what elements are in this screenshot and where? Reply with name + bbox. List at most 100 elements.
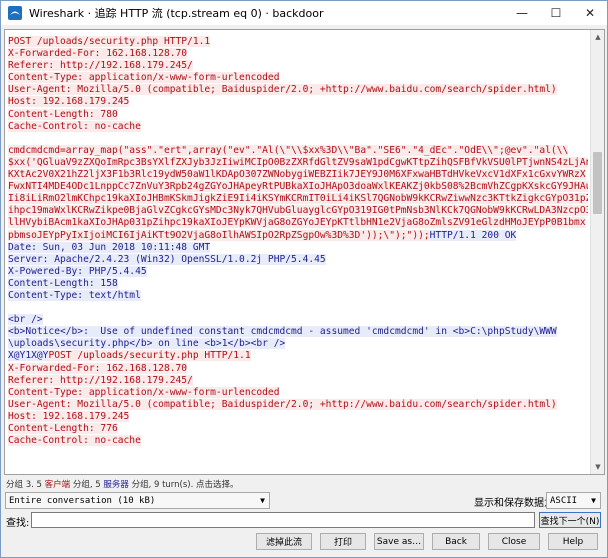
stats-prefix: 分组 3. 5 [6,480,45,490]
stats-suffix: 分组, 9 turn(s). 点击选择。 [128,480,239,490]
conversation-select[interactable]: Entire conversation (10 kB) ▼ [5,492,270,509]
client-text: Host: 192.168.179.245 [8,410,130,422]
server-text: X-Powered-By: PHP/5.4.45 [8,265,147,277]
client-text: X-Forwarded-For: 162.168.128.70 [8,362,188,374]
server-text: Date: Sun, 03 Jun 2018 10:11:48 GMT [8,241,211,253]
client-text: pbmsoJEYpPyIxIjoiMCI6IjAiKTt9O2VjaG8oIlh… [8,229,430,241]
stream-line: Content-Length: 158 [8,277,588,290]
client-text: KXtAc2V0X21hZ2ljX3F1b3Rlc19ydW50aW1lKDAp… [8,169,586,181]
stats-client-label: 客户端 [44,480,71,490]
stream-line: Content-Type: application/x-www-form-url… [8,72,588,84]
scrollbar-thumb[interactable] [593,152,602,214]
stream-line: X-Forwarded-For: 162.168.128.70 [8,362,588,375]
client-text: Content-Type: application/x-www-form-url… [8,72,280,84]
stream-line: Cache-Control: no-cache [8,120,588,133]
title-bar: Wireshark · 追踪 HTTP 流 (tcp.stream eq 0) … [1,1,607,25]
stream-line: User-Agent: Mozilla/5.0 (compatible; Bai… [8,84,588,96]
stream-text-view[interactable]: POST /uploads/security.php HTTP/1.1 X-For… [4,29,605,475]
find-input[interactable] [31,512,535,528]
encoding-value: ASCII [550,495,578,506]
chevron-down-icon: ▼ [591,496,596,505]
stream-line: Content-Length: 776 [8,423,588,435]
close-icon[interactable]: ✕ [573,1,607,25]
stream-line: Host: 192.168.179.245 [8,410,588,423]
stream-line: pbmsoJEYpPyIxIjoiMCI6IjAiKTt9O2VjaG8oIlh… [8,229,588,242]
window-controls: — ☐ ✕ [505,1,607,25]
client-text: Referer: http://192.168.179.245/ [8,60,193,72]
stream-line: Content-Type: application/x-www-form-url… [8,386,588,399]
stream-line: Referer: http://192.168.179.245/ [8,60,588,72]
scroll-down-icon[interactable]: ▼ [591,460,604,474]
stream-line: ihpc19maWxlKCRwZikpe0BjaGlvZCgkcGYsMDc3N… [8,205,588,217]
server-text: HTTP/1.1 200 OK [429,229,517,241]
stream-line: Cache-Control: no-cache [8,435,588,447]
stream-line: cmdcmdcmd=array_map("ass"."ert",array("e… [8,144,588,157]
client-text: llHVybiBAcm1kaXIoJHAp031pZihpc19kaXIoJEY… [8,217,586,229]
server-text: Content-Length: 158 [8,277,118,289]
scroll-up-icon[interactable]: ▲ [591,30,604,44]
vertical-scrollbar[interactable]: ▲ ▼ [590,30,604,474]
stream-line [8,133,588,145]
stream-line: User-Agent: Mozilla/5.0 (compatible; Bai… [8,398,588,411]
stream-stats: 分组 3. 5 客户端 分组, 5 服务器 分组, 9 turn(s). 点击选… [6,478,239,490]
client-text: FwxNTI4MDE4ODc1LnppCc7ZnVuY3Rpb24gZGYoJH… [8,181,588,193]
encoding-select[interactable]: ASCII ▼ [546,492,601,509]
server-text: \uploads\security.php</b> on line <b>1</… [8,338,286,350]
stream-line: Host: 192.168.179.245 [8,96,588,108]
stream-line: Server: Apache/2.4.23 (Win32) OpenSSL/1.… [8,253,588,266]
stream-line: Content-Length: 780 [8,108,588,121]
client-text: Cache-Control: no-cache [8,120,141,132]
client-text: Ii8iLiRmO2lmKChpc19kaXIoJHBmKSkmJigkZiE9… [8,193,588,205]
client-text: Content-Length: 776 [8,423,118,434]
server-text: <b>Notice</b>: Use of undefined constant… [8,326,557,338]
stream-line: X-Powered-By: PHP/5.4.45 [8,265,588,278]
save-as-button[interactable]: Save as… [374,533,424,550]
filter-out-button[interactable]: 滤掉此流 [256,533,312,550]
client-text: User-Agent: Mozilla/5.0 (compatible; Bai… [8,398,557,410]
client-text: ihpc19maWxlKCRwZikpe0BjaGlvZCgkcGYsMDc3N… [8,205,588,217]
client-text: Content-Type: application/x-www-form-url… [8,386,280,398]
stream-line: $xx('QGluaV9zZXQoImRpc3BsYXlfZXJyb3JzIiw… [8,156,588,169]
show-save-label: 显示和保存数据为 [474,498,554,509]
stream-line: Referer: http://192.168.179.245/ [8,374,588,387]
stream-line: KXtAc2V0X21hZ2ljX3F1b3Rlc19ydW50aW1lKDAp… [8,169,588,181]
client-text: Referer: http://192.168.179.245/ [8,374,193,386]
stream-line: Date: Sun, 03 Jun 2018 10:11:48 GMT [8,241,588,254]
stats-server-label: 服务器 [103,480,129,490]
stream-line: Content-Type: text/html [8,289,588,302]
stream-line: X@Y1X@YPOST /uploads/security.php HTTP/1… [8,350,588,362]
stream-line: llHVybiBAcm1kaXIoJHAp031pZihpc19kaXIoJEY… [8,217,588,229]
server-text: Server: Apache/2.4.23 (Win32) OpenSSL/1.… [8,253,326,265]
minimize-icon[interactable]: — [505,1,539,25]
wireshark-icon [8,6,22,20]
stream-content: POST /uploads/security.php HTTP/1.1 X-For… [8,36,588,447]
maximize-icon[interactable]: ☐ [539,1,573,25]
client-text: $xx('QGluaV9zZXQoImRpc3BsYXlfZXJyb3JzIiw… [8,156,588,168]
window-title: Wireshark · 追踪 HTTP 流 (tcp.stream eq 0) … [29,7,324,20]
follow-stream-window: Wireshark · 追踪 HTTP 流 (tcp.stream eq 0) … [0,0,608,558]
stream-line: <br /> [8,314,588,326]
find-next-button[interactable]: 查找下一个(N) [539,512,601,528]
back-button[interactable]: Back [432,533,480,550]
stream-line: POST /uploads/security.php HTTP/1.1 [8,36,588,48]
stream-line: Ii8iLiRmO2lmKChpc19kaXIoJHBmKSkmJigkZiE9… [8,193,588,205]
print-button[interactable]: 打印 [320,533,366,550]
client-text: POST /uploads/security.php HTTP/1.1 [48,350,251,362]
client-text: POST /uploads/security.php HTTP/1.1 [8,36,211,47]
client-text: Content-Length: 780 [8,108,118,120]
conversation-value: Entire conversation (10 kB) [9,495,156,506]
client-text: X-Forwarded-For: 162.168.128.70 [8,48,188,60]
stream-line: \uploads\security.php</b> on line <b>1</… [8,338,588,350]
stream-line: X-Forwarded-For: 162.168.128.70 [8,48,588,60]
client-text: cmdcmdcmd=array_map("ass"."ert",array("e… [8,144,569,156]
server-text: <br /> [8,314,43,326]
find-label: 查找: [6,518,30,529]
help-button[interactable]: Help [548,533,598,550]
stream-line [8,302,588,314]
stream-line: FwxNTI4MDE4ODc1LnppCc7ZnVuY3Rpb24gZGYoJH… [8,181,588,193]
stream-line: <b>Notice</b>: Use of undefined constant… [8,326,588,338]
stats-middle: 分组, 5 [70,480,104,490]
close-button[interactable]: Close [488,533,540,550]
chevron-down-icon: ▼ [260,496,265,505]
client-text: Cache-Control: no-cache [8,435,141,447]
